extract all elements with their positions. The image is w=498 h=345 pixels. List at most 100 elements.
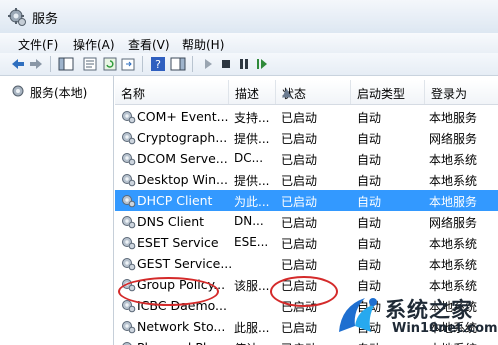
menu-view[interactable]: 查看(V) (128, 36, 170, 53)
service-logon-as: 本地系统 (429, 258, 478, 272)
stop-icon[interactable] (218, 56, 234, 72)
service-status: 已启动 (281, 216, 318, 230)
tree-node-label: 服务(本地) (30, 86, 88, 100)
service-startup-type: 自动 (357, 153, 382, 167)
service-row[interactable]: Plug and Play使计... 已启动 自动 本地系统 (115, 337, 498, 345)
service-startup-type: 自动 (357, 132, 382, 146)
window-title: 服务 (32, 12, 59, 27)
service-name: Desktop Win... (137, 172, 228, 187)
svg-text:?: ? (155, 58, 161, 71)
toolbar-separator (50, 56, 51, 72)
service-logon-as: 本地系统 (429, 279, 478, 293)
service-startup-type: 自动 (357, 340, 421, 345)
properties-icon[interactable] (82, 56, 98, 72)
title-bar: 服务 (0, 0, 498, 33)
help-icon[interactable]: ? (150, 56, 166, 72)
service-row[interactable]: Cryptograph... 提供... 已启动 自动 网络服务 (115, 127, 498, 148)
service-row[interactable]: GEST Service... 已启动 自动 本地系统 (115, 253, 498, 274)
menu-file[interactable]: 文件(F) (18, 36, 58, 53)
service-gear-icon (122, 153, 136, 166)
service-gear-icon (122, 195, 136, 208)
service-description: 为此... (234, 195, 270, 209)
services-gear-icon (8, 8, 26, 26)
toolbar: ? (0, 53, 498, 76)
service-logon-as: 网络服务 (429, 216, 478, 230)
service-status: 已启动 (281, 237, 318, 251)
console-tree-icon[interactable] (58, 56, 74, 72)
service-description: 此服... (234, 321, 270, 335)
service-description: 该服... (234, 279, 270, 293)
service-description: ESE... (234, 235, 269, 249)
column-header-logon-as[interactable]: 登录为 (425, 80, 498, 104)
service-status: 已启动 (281, 174, 318, 188)
service-name: DNS Client (137, 214, 205, 229)
service-row[interactable]: DCOM Serve... DC... 已启动 自动 本地系统 (115, 148, 498, 169)
service-name: ESET Service (137, 235, 219, 250)
column-header-description[interactable]: 描述 (229, 80, 276, 104)
service-gear-icon (122, 216, 136, 229)
service-startup-type: 自动 (357, 258, 382, 272)
column-header-label: 描述 (235, 87, 260, 101)
watermark-url: Win10net.com (392, 321, 498, 336)
service-status: 已启动 (281, 111, 318, 125)
restart-icon[interactable] (254, 56, 270, 72)
service-gear-icon (122, 237, 136, 250)
play-icon[interactable] (200, 56, 216, 72)
menu-action[interactable]: 操作(A) (73, 36, 115, 53)
service-gear-icon (122, 132, 136, 145)
service-status: 已启动 (281, 132, 318, 146)
service-startup-type: 自动 (357, 174, 382, 188)
service-status: 已启动 (281, 258, 318, 272)
pause-icon[interactable] (236, 56, 252, 72)
refresh-icon[interactable] (102, 56, 118, 72)
service-status: 已启动 (281, 195, 318, 209)
service-status: 已启动 (281, 340, 351, 345)
services-gear-icon (12, 85, 24, 97)
service-logon-as: 本地服务 (429, 195, 478, 209)
service-name: DCOM Serve... (137, 151, 228, 166)
menu-help[interactable]: 帮助(H) (182, 36, 224, 53)
service-row[interactable]: ESET Service ESE... 已启动 自动 本地系统 (115, 232, 498, 253)
service-row[interactable]: Desktop Win... 提供... 已启动 自动 本地系统 (115, 169, 498, 190)
service-logon-as: 本地系统 (429, 237, 478, 251)
forward-icon[interactable] (28, 56, 44, 72)
win10net-logo-icon (339, 298, 377, 332)
service-gear-icon (122, 279, 136, 292)
service-name: Group Policy... (137, 277, 226, 292)
service-name: Plug and Play (137, 340, 231, 345)
column-header-startup-type[interactable]: 启动类型 (351, 80, 425, 104)
service-logon-as: 本地系统 (429, 174, 478, 188)
column-header-label: 名称 (121, 87, 146, 101)
service-row[interactable]: Group Policy... 该服... 已启动 自动 本地系统 (115, 274, 498, 295)
service-row[interactable]: COM+ Event... 支持... 已启动 自动 本地服务 (115, 106, 498, 127)
service-gear-icon (122, 300, 136, 313)
export-icon[interactable] (120, 56, 136, 72)
service-gear-icon (122, 342, 132, 345)
console-tree-pane: 服务(本地) (0, 76, 114, 345)
toolbar-separator (192, 56, 193, 72)
pane-icon[interactable] (170, 56, 186, 72)
service-startup-type: 自动 (357, 237, 382, 251)
service-startup-type: 自动 (357, 195, 382, 209)
column-header-row: 名称 描述 状态 ▲ 启动类型 登录为 (115, 80, 498, 105)
service-description: 使计... (234, 340, 276, 345)
service-row[interactable]: DNS Client DN... 已启动 自动 网络服务 (115, 211, 498, 232)
service-startup-type: 自动 (357, 216, 382, 230)
service-name: Network Sto... (137, 319, 226, 334)
service-row[interactable]: DHCP Client 为此... 已启动 自动 本地服务 (115, 190, 498, 211)
column-header-status[interactable]: 状态 ▲ (276, 80, 351, 104)
service-name: ICBC Daemo... (137, 298, 227, 313)
service-description: 支持... (234, 111, 270, 125)
column-header-label: 登录为 (431, 87, 468, 101)
service-name: Cryptograph... (137, 130, 228, 145)
service-description: 提供... (234, 132, 270, 146)
service-name: COM+ Event... (137, 109, 229, 124)
column-header-name[interactable]: 名称 (115, 80, 229, 104)
service-name: GEST Service... (137, 256, 231, 271)
tree-node-services-local[interactable]: 服务(本地) (8, 82, 108, 100)
service-gear-icon (122, 174, 136, 187)
back-icon[interactable] (10, 56, 26, 72)
service-gear-icon (122, 258, 136, 271)
column-header-label: 启动类型 (357, 87, 406, 101)
service-description: DC... (234, 151, 264, 165)
